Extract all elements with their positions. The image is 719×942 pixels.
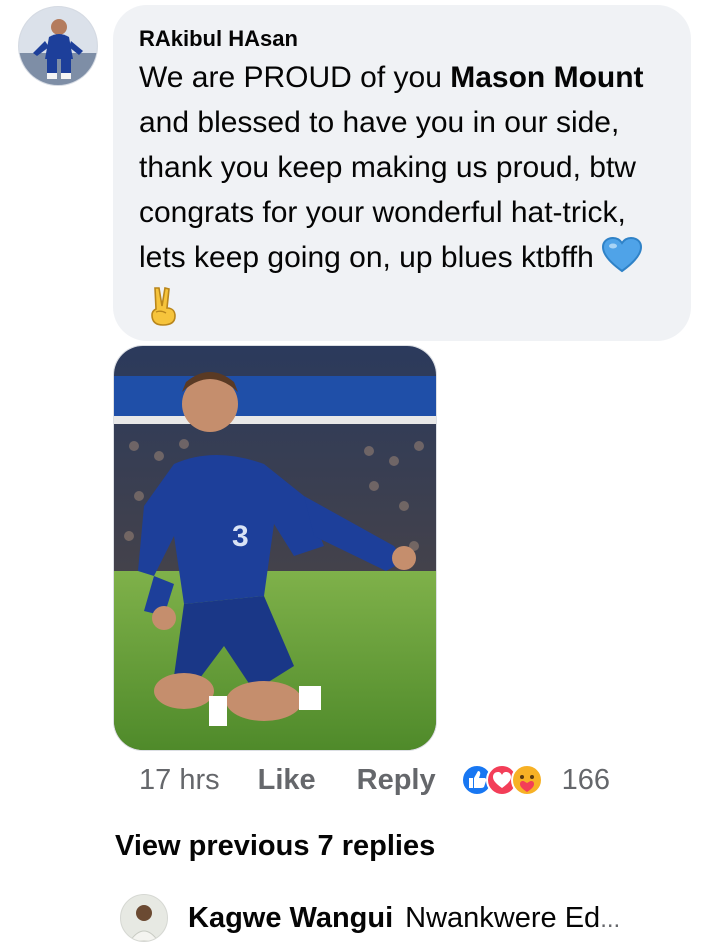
person-avatar-image bbox=[121, 895, 167, 941]
reaction-summary[interactable]: 166 bbox=[460, 763, 610, 797]
blue-heart-icon bbox=[601, 236, 642, 286]
comment-text-end: and blessed to have you in our side, tha… bbox=[139, 106, 636, 274]
comment-author[interactable]: RAkibul HAsan bbox=[139, 27, 667, 51]
player-avatar-image bbox=[19, 7, 97, 85]
like-button[interactable]: Like bbox=[258, 764, 316, 797]
reply-preview-text: Nwankwere Ed... bbox=[405, 902, 620, 935]
comment-text: We are PROUD of you Mason Mount and bles… bbox=[139, 55, 679, 339]
mentioned-name[interactable]: Mason Mount bbox=[450, 61, 643, 94]
view-previous-replies-link[interactable]: View previous 7 replies bbox=[115, 830, 435, 863]
reaction-icons bbox=[460, 764, 543, 796]
reply-button[interactable]: Reply bbox=[357, 764, 436, 797]
player-celebration-image: 3 bbox=[114, 346, 436, 750]
reaction-count: 166 bbox=[561, 763, 611, 796]
comment-timestamp[interactable]: 17 hrs bbox=[139, 764, 220, 797]
reply-author-name[interactable]: Kagwe Wangui bbox=[188, 902, 393, 935]
comment-text-start: We are PROUD of you bbox=[139, 61, 451, 94]
comment-photo[interactable]: 3 bbox=[113, 345, 437, 751]
comment-actions: 17 hrs Like Reply 166 bbox=[139, 760, 610, 800]
comment-bubble[interactable]: RAkibul HAsan We are PROUD of you Mason … bbox=[113, 5, 691, 341]
victory-hand-icon bbox=[147, 286, 179, 339]
commenter-avatar[interactable] bbox=[18, 6, 98, 86]
reply-ellipsis: ... bbox=[600, 905, 621, 933]
care-reaction-icon bbox=[510, 764, 543, 796]
svg-text:3: 3 bbox=[232, 520, 249, 553]
reply-preview-snippet: Nwankwere Ed bbox=[405, 901, 601, 934]
